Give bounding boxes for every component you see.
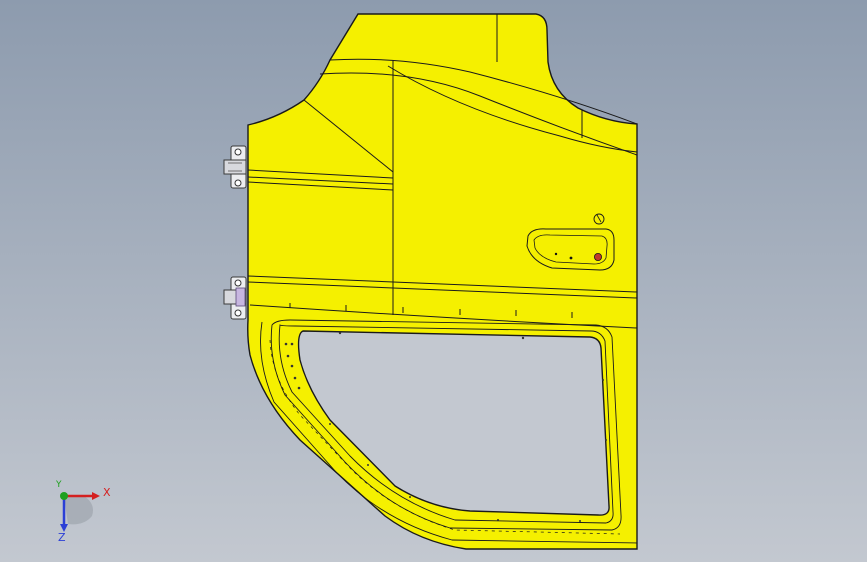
triad-z-label: Z — [58, 531, 66, 544]
handle-lock-button[interactable] — [594, 252, 603, 261]
triad-y-label: Y — [56, 480, 62, 490]
handle-screw — [554, 252, 558, 256]
graphics-viewport[interactable]: X Y Z — [0, 0, 867, 562]
handle-screw — [569, 256, 573, 260]
y-axis-dot — [60, 492, 68, 500]
cad-scene[interactable] — [0, 0, 867, 562]
triad-x-label: X — [103, 486, 111, 499]
mirror-mount — [593, 213, 605, 225]
